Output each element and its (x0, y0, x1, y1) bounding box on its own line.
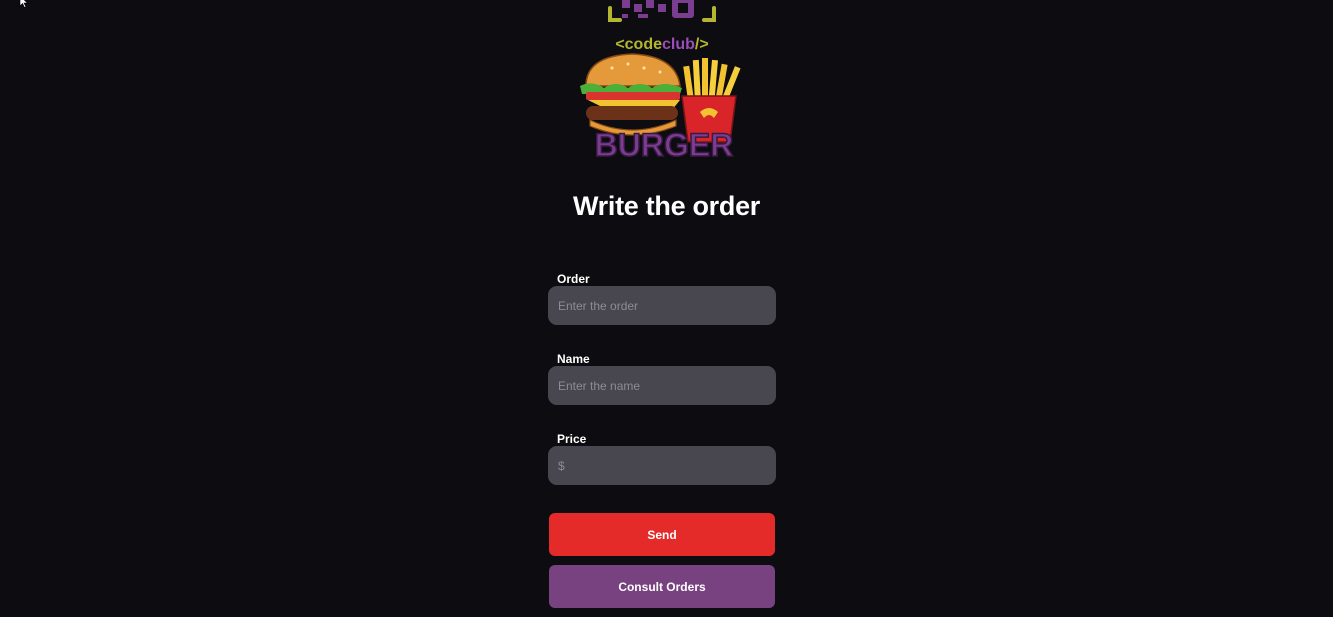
name-label: Name (557, 352, 590, 366)
send-button[interactable]: Send (549, 513, 775, 556)
name-input[interactable] (548, 366, 776, 405)
burger-icon (580, 53, 682, 136)
burger-logo: <codeclub/> BURGER (580, 0, 741, 164)
consult-orders-button[interactable]: Consult Orders (549, 565, 775, 608)
page-title: Write the order (572, 191, 761, 221)
burger-logo-text: BURGER (595, 127, 734, 163)
code-pixels-icon (608, 0, 716, 22)
order-input[interactable] (548, 286, 776, 325)
price-input[interactable] (548, 446, 776, 485)
mouse-cursor-icon (19, 0, 29, 8)
price-label: Price (557, 432, 587, 446)
codeclub-logo-text: <codeclub/> (615, 36, 708, 53)
order-label: Order (557, 272, 590, 286)
